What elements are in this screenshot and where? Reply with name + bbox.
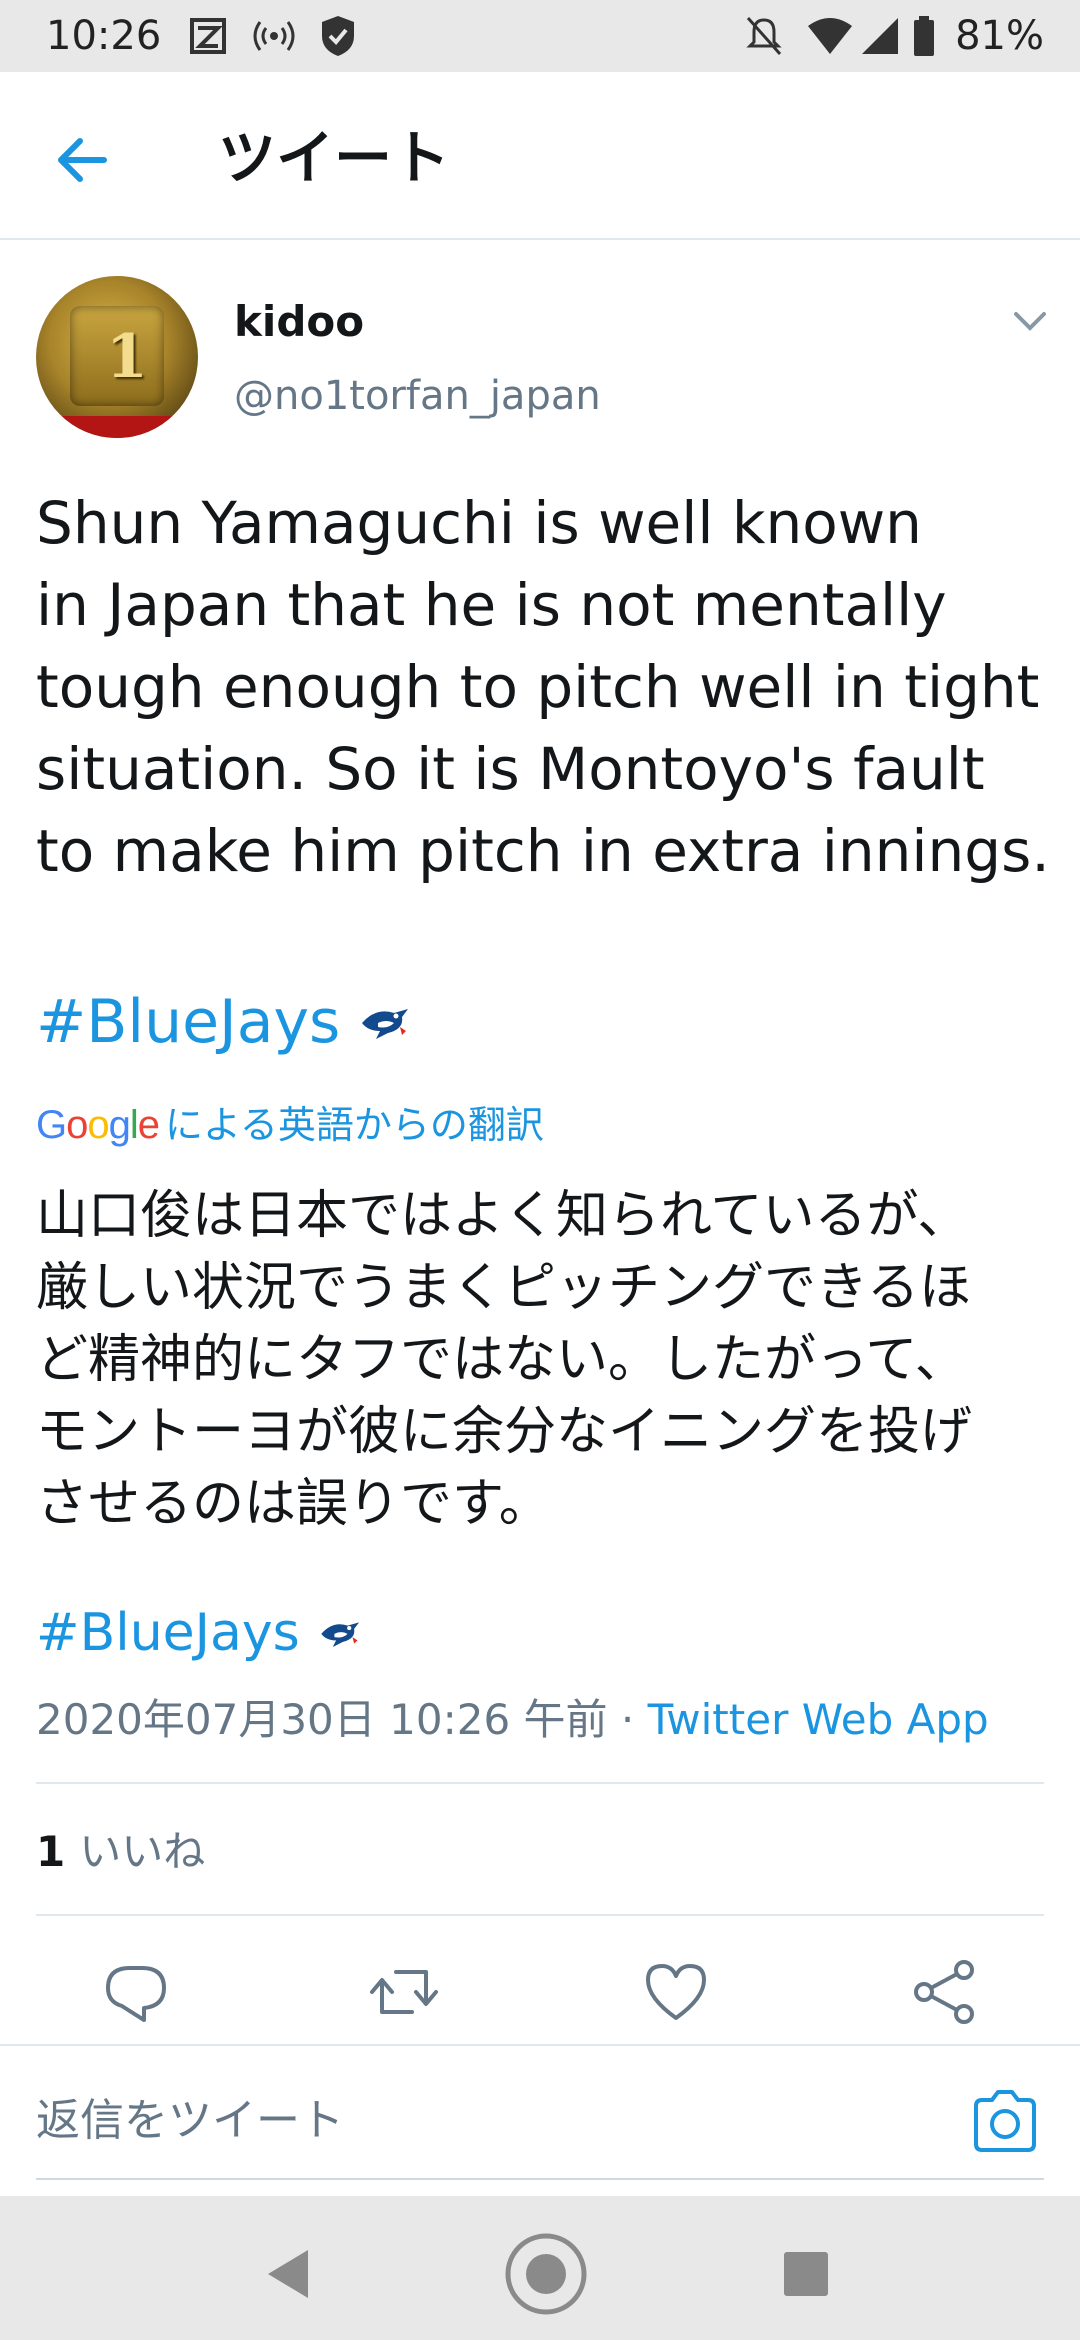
tweet-text: Shun Yamaguchi is well known in Japan th… [36, 489, 1050, 885]
app-notification-icon [190, 18, 226, 54]
hashtag-text[interactable]: #BlueJays [36, 982, 340, 1062]
page-title: ツイート [218, 124, 451, 192]
author-name[interactable]: kidoo [234, 296, 364, 348]
translated-hashtag-text[interactable]: #BlueJays [36, 1598, 300, 1668]
recents-square-icon[interactable] [782, 2250, 830, 2298]
camera-icon[interactable] [970, 2088, 1040, 2154]
source-link[interactable]: Twitter Web App [648, 1695, 989, 1744]
broadcast-icon [253, 21, 295, 51]
bluejays-emoji-icon [321, 1622, 359, 1647]
likes-row[interactable]: 1 いいね [36, 1822, 205, 1882]
translated-hashtag-link[interactable]: #BlueJays [36, 1598, 364, 1668]
reply-icon[interactable] [100, 1956, 172, 2028]
status-time: 10:26 [46, 13, 162, 59]
timestamp: 2020年07月30日 10:26 午前 · [36, 1695, 648, 1744]
divider [36, 1782, 1044, 1784]
battery-percent: 81% [955, 13, 1044, 59]
likes-count: 1 [36, 1827, 66, 1876]
reply-input[interactable]: 返信をツイート [36, 2086, 344, 2156]
bluejays-emoji-icon [362, 1009, 409, 1039]
header-bar: ツイート [0, 72, 1080, 240]
google-logo: Google [36, 1103, 160, 1147]
reply-underline [36, 2178, 1044, 2180]
share-icon[interactable] [908, 1956, 980, 2028]
mute-icon [746, 17, 782, 55]
reply-bar: 返信をツイート [0, 2044, 1080, 2196]
translation-label[interactable]: Google による英語からの翻訳 [36, 1100, 544, 1150]
like-icon[interactable] [640, 1956, 712, 2028]
shield-icon [322, 16, 354, 56]
home-circle-icon[interactable] [504, 2232, 588, 2316]
system-nav-bar [0, 2196, 1080, 2340]
cell-signal-icon [862, 18, 898, 54]
divider [36, 1914, 1044, 1916]
timestamp-row: 2020年07月30日 10:26 午前 · Twitter Web App [36, 1692, 989, 1748]
avatar[interactable]: 1 [36, 276, 198, 438]
battery-icon [914, 16, 934, 56]
back-arrow-icon[interactable] [40, 117, 126, 203]
translation-label-text[interactable]: による英語からの翻訳 [165, 1100, 544, 1150]
chevron-down-icon[interactable] [1010, 306, 1050, 336]
likes-label: いいね [79, 1827, 206, 1876]
status-bar: 10:26 81% [0, 0, 1080, 72]
wifi-icon [808, 18, 852, 54]
translated-text: 山口俊は日本ではよく知られているが、 厳しい状況でうまくピッチングできるほ ど精… [36, 1186, 973, 1534]
author-handle[interactable]: @no1torfan_japan [234, 370, 601, 422]
retweet-icon[interactable] [368, 1956, 440, 2028]
back-triangle-icon[interactable] [262, 2246, 312, 2302]
hashtag-link[interactable]: #BlueJays [36, 982, 414, 1062]
